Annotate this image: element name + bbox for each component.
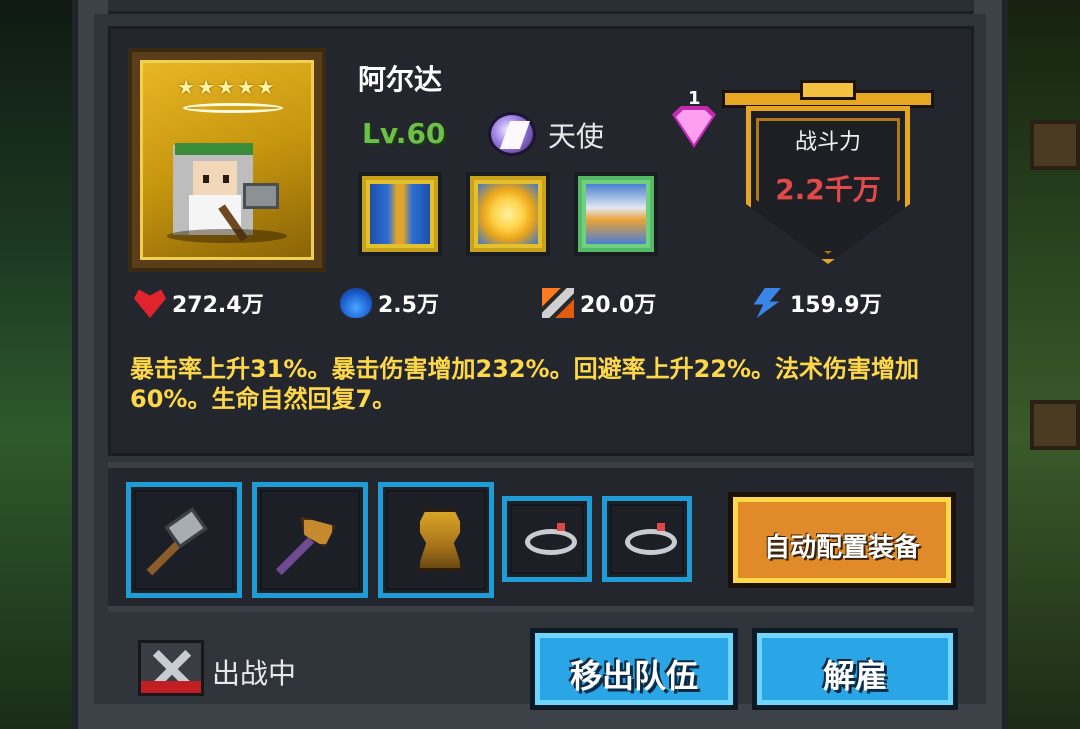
remove-from-team-label: 移出队伍 <box>569 657 698 695</box>
stat-speed: 159.9万 <box>752 286 882 320</box>
background-left <box>0 0 80 729</box>
equip-slot-weapon-1[interactable] <box>126 482 242 598</box>
auto-equip-button[interactable]: 自动配置装备 <box>728 492 956 588</box>
stat-speed-value: 159.9万 <box>790 293 882 318</box>
stat-attack: 20.0万 <box>542 286 656 320</box>
bg-crate <box>1030 400 1080 450</box>
crossed-swords-icon <box>138 640 204 696</box>
portrait-frame: ★★★★★ <box>140 60 314 260</box>
equip-slot-ring-2[interactable] <box>602 496 692 582</box>
hero-portrait[interactable]: ★★★★★ <box>128 48 326 272</box>
dismiss-label: 解雇 <box>822 657 887 695</box>
shield-crown <box>800 80 856 100</box>
hero-class: 天使 <box>548 120 605 153</box>
skill-point-count: 1 <box>688 88 701 109</box>
hero-passive-description: 暴击率上升31%。暴击伤害增加232%。回避率上升22%。法术伤害增加60%。生… <box>130 355 920 413</box>
skill-point-badge[interactable]: 1 <box>670 88 716 152</box>
hammer-icon <box>243 183 279 209</box>
sword-icon <box>542 288 574 318</box>
stat-hp: 272.4万 <box>134 286 264 320</box>
deploy-status: 出战中 <box>212 657 297 690</box>
star-rating: ★★★★★ <box>177 75 277 99</box>
auto-equip-label: 自动配置装备 <box>763 533 920 563</box>
background-right <box>1000 0 1080 729</box>
hero-name: 阿尔达 <box>358 63 443 96</box>
combat-power-label: 战斗力 <box>794 130 861 155</box>
skill-angel-wings-icon[interactable] <box>574 172 658 256</box>
equip-slot-ring-1[interactable] <box>502 496 592 582</box>
heart-icon <box>134 289 166 318</box>
panel-top-strip <box>108 0 974 14</box>
ring-icon <box>625 529 677 555</box>
lightning-icon <box>753 288 781 318</box>
sprite-shadow <box>167 229 287 243</box>
stat-mp: 2.5万 <box>340 286 439 320</box>
combat-power-value: 2.2千万 <box>775 173 881 206</box>
stat-mp-value: 2.5万 <box>378 293 439 318</box>
skill-holy-sword-icon[interactable] <box>358 172 442 256</box>
halo-icon <box>183 103 283 113</box>
ring-icon <box>525 529 577 555</box>
angel-wing-icon <box>488 112 536 156</box>
dismiss-button[interactable]: 解雇 <box>752 628 958 710</box>
stat-attack-value: 20.0万 <box>580 293 657 318</box>
bg-crate <box>1030 120 1080 170</box>
skill-sun-burst-icon[interactable] <box>466 172 550 256</box>
hero-level: Lv.60 <box>362 117 446 150</box>
equip-slot-weapon-2[interactable] <box>252 482 368 598</box>
combat-power-shield: 战斗力 2.2千万 <box>722 80 934 264</box>
equip-slot-armor[interactable] <box>378 482 494 598</box>
potion-icon <box>340 288 372 318</box>
remove-from-team-button[interactable]: 移出队伍 <box>530 628 738 710</box>
stat-hp-value: 272.4万 <box>172 293 264 318</box>
